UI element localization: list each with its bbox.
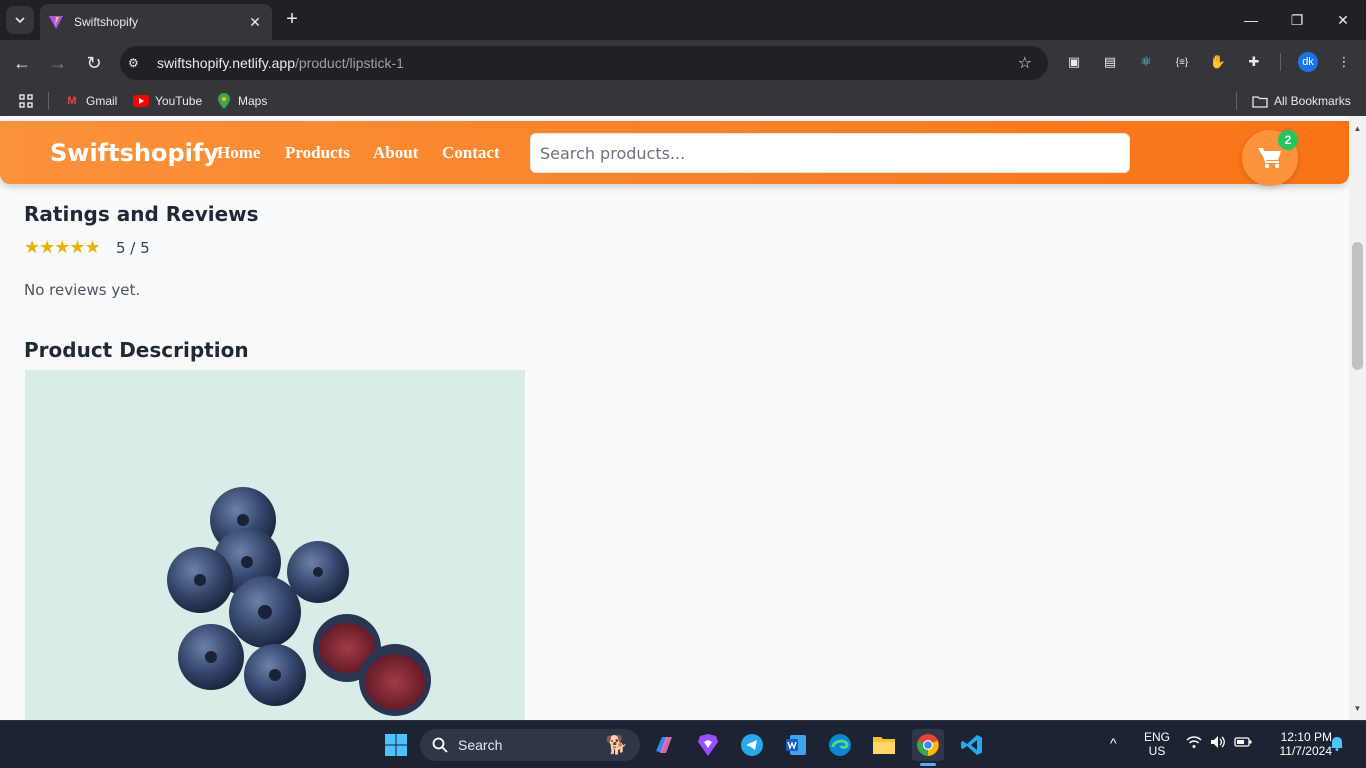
active-app-indicator	[920, 763, 936, 766]
reading-mode-icon[interactable]: ▣	[1064, 52, 1084, 72]
bookmark-gmail[interactable]: M Gmail	[64, 92, 117, 110]
page-scrollbar[interactable]: ▲ ▼	[1349, 116, 1366, 720]
minimize-button[interactable]: —	[1228, 0, 1274, 40]
battery-icon[interactable]	[1234, 736, 1252, 751]
nav-contact-link[interactable]: Contact	[442, 143, 500, 163]
extensions-puzzle-icon[interactable]: ✚	[1244, 52, 1264, 72]
profile-avatar[interactable]: dk	[1298, 52, 1318, 72]
new-tab-button[interactable]: +	[282, 8, 302, 32]
chrome-taskbar-icon[interactable]	[912, 729, 944, 761]
page-viewport: Swiftshopify Home Products About Contact…	[0, 116, 1366, 720]
scroll-down-arrow[interactable]: ▼	[1353, 704, 1362, 713]
folder-icon	[1252, 93, 1268, 109]
gmail-icon: M	[67, 95, 77, 107]
telegram-icon[interactable]	[738, 731, 766, 759]
edge-icon[interactable]	[826, 731, 854, 759]
bookmark-maps[interactable]: Maps	[216, 92, 267, 110]
taskbar-search[interactable]: Search 🐕	[420, 729, 640, 761]
react-devtools-icon[interactable]: ⚛	[1136, 52, 1156, 72]
windows-start-icon[interactable]	[382, 731, 410, 759]
scroll-up-arrow[interactable]: ▲	[1353, 124, 1362, 133]
tab-search-button[interactable]	[6, 6, 34, 34]
bookmark-label: YouTube	[155, 94, 203, 108]
bookmark-label: Maps	[238, 94, 268, 108]
clock-date: 11/7/2024	[1279, 744, 1333, 758]
vite-favicon-icon	[49, 16, 63, 29]
vscode-icon[interactable]	[958, 731, 986, 759]
volume-icon[interactable]	[1210, 735, 1226, 752]
file-explorer-icon[interactable]	[870, 731, 898, 759]
forward-button[interactable]: →	[44, 49, 72, 77]
nav-products-link[interactable]: Products	[285, 143, 350, 163]
brave-browser-icon[interactable]	[694, 731, 722, 759]
search-icon	[432, 737, 448, 753]
address-bar[interactable]: ⚙ swiftshopify.netlify.app/product/lipst…	[120, 46, 1048, 80]
window-close-button[interactable]: ✕	[1320, 0, 1366, 40]
bookmarks-bar: M Gmail YouTube Maps All Bookmarks	[0, 86, 1366, 116]
description-heading: Product Description	[24, 338, 249, 362]
url-text[interactable]: swiftshopify.netlify.app/product/lipstic…	[157, 55, 404, 71]
bookmark-youtube[interactable]: YouTube	[133, 92, 202, 110]
star-rating: ★★★★★	[24, 237, 101, 257]
scroll-thumb[interactable]	[1352, 242, 1363, 370]
site-logo[interactable]: Swiftshopify	[50, 139, 219, 167]
maps-pin-icon	[216, 93, 232, 109]
toolbar-divider	[1280, 53, 1281, 71]
browser-tab-strip: Swiftshopify ✕ + — ❐ ✕	[0, 0, 1366, 40]
no-reviews-message: No reviews yet.	[24, 281, 141, 299]
clock-time: 12:10 PM	[1280, 730, 1332, 744]
nav-about-link[interactable]: About	[373, 143, 418, 163]
site-header: Swiftshopify Home Products About Contact…	[0, 121, 1349, 186]
reload-button[interactable]: ↻	[80, 49, 108, 77]
notification-bell-icon[interactable]	[1330, 735, 1344, 754]
word-icon[interactable]	[782, 731, 810, 759]
tab-close-icon[interactable]: ✕	[246, 14, 264, 31]
product-search-input[interactable]	[530, 133, 1130, 173]
search-highlight-icon: 🐕	[605, 734, 628, 755]
shopping-cart-icon	[1258, 147, 1281, 169]
wifi-icon[interactable]	[1186, 735, 1202, 752]
browser-menu-icon[interactable]: ⋮	[1334, 52, 1354, 72]
bookmark-star-icon[interactable]: ☆	[1018, 53, 1032, 73]
url-host: swiftshopify.netlify.app	[157, 55, 295, 71]
adblock-icon[interactable]: ✋	[1208, 52, 1228, 72]
bookmark-label: Gmail	[86, 94, 118, 108]
site-info-icon[interactable]: ⚙	[128, 56, 148, 70]
browser-toolbar: ← → ↻ ⚙ swiftshopify.netlify.app/product…	[0, 40, 1366, 86]
youtube-icon	[133, 93, 149, 109]
product-image	[25, 370, 525, 720]
restore-button[interactable]: ❐	[1274, 0, 1320, 40]
back-button[interactable]: ←	[8, 49, 36, 77]
window-controls: — ❐ ✕	[1228, 0, 1366, 40]
taskbar-search-label: Search	[458, 737, 503, 753]
cart-button[interactable]: 2	[1242, 130, 1298, 186]
tab-title: Swiftshopify	[74, 15, 139, 29]
chevron-down-icon	[15, 17, 25, 23]
language-code: ENG	[1143, 730, 1170, 744]
windows-taskbar: Search 🐕 ^ ENG US 12:10 PM 11/7/2024	[0, 720, 1366, 768]
browser-tab-active[interactable]: Swiftshopify ✕	[40, 4, 272, 40]
rating-score: 5 / 5	[116, 239, 150, 257]
bookmarks-divider	[48, 92, 49, 110]
copilot-icon[interactable]	[650, 731, 678, 759]
cart-count-badge: 2	[1278, 130, 1298, 150]
all-bookmarks-label: All Bookmarks	[1274, 94, 1351, 108]
all-bookmarks-folder[interactable]: All Bookmarks	[1252, 92, 1351, 110]
url-path: /product/lipstick-1	[295, 55, 404, 71]
apps-grid-icon[interactable]	[18, 92, 34, 110]
clock[interactable]: 12:10 PM 11/7/2024	[1262, 730, 1333, 758]
tray-overflow-icon[interactable]: ^	[1110, 735, 1117, 751]
ratings-heading: Ratings and Reviews	[24, 202, 259, 226]
language-region: US	[1148, 744, 1166, 758]
language-indicator[interactable]: ENG US	[1140, 730, 1174, 758]
extension-icon[interactable]: ▤	[1100, 52, 1120, 72]
nav-home-link[interactable]: Home	[217, 143, 260, 163]
json-extension-icon[interactable]: {≡}	[1172, 52, 1192, 72]
bookmarks-divider	[1236, 92, 1237, 110]
